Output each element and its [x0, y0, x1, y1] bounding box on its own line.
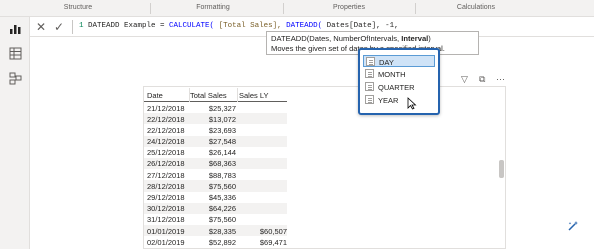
total-sales-cell: $75,560	[208, 181, 236, 191]
total-sales-cell: $28,335	[208, 226, 236, 236]
option-label: YEAR	[378, 96, 399, 105]
measure-reference: [Total Sales],	[214, 22, 282, 30]
keyword-icon	[365, 82, 374, 91]
column-header-sales-ly[interactable]: Sales LY	[239, 91, 268, 100]
column-divider	[237, 88, 238, 102]
option-label: MONTH	[378, 70, 406, 79]
date-cell: 22/12/2018	[147, 125, 185, 135]
dax-formula-input[interactable]: 1 DATEADD Example = CALCULATE( [Total Sa…	[79, 22, 399, 30]
focus-mode-icon[interactable]: ⧉	[479, 74, 485, 85]
data-table: Date Total Sales Sales LY 21/12/2018 $25,…	[144, 88, 287, 247]
column-header-date[interactable]: Date	[147, 91, 163, 100]
date-cell: 28/12/2018	[147, 181, 185, 191]
ribbon-divider	[283, 3, 284, 14]
close-icon[interactable]: ✕	[36, 20, 46, 34]
ribbon-divider	[150, 3, 151, 14]
total-sales-cell: $25,327	[208, 103, 236, 113]
total-sales-cell: $68,363	[208, 159, 236, 169]
visual-header-toolbar: ▽ ⧉ ⋯	[459, 74, 509, 84]
table-body: 21/12/2018 $25,327 22/12/2018 $13,072 22/12/…	[144, 102, 287, 247]
table-row[interactable]: 25/12/2018 $26,144	[144, 147, 287, 158]
keyword-icon	[365, 95, 374, 104]
sales-ly-cell: $60,507	[259, 226, 287, 236]
signature-current-arg: Interval	[401, 34, 429, 43]
table-row[interactable]: 27/12/2018 $88,783	[144, 169, 287, 180]
total-sales-cell: $45,336	[208, 193, 236, 202]
data-view-icon[interactable]	[9, 47, 22, 60]
table-row[interactable]: 21/12/2018 $25,327	[144, 102, 287, 113]
report-view-icon[interactable]	[9, 22, 22, 35]
total-sales-cell: $88,783	[208, 170, 236, 180]
line-number: 1	[79, 22, 84, 30]
interval-option-quarter[interactable]: QUARTER	[363, 81, 435, 93]
mouse-pointer-icon	[407, 97, 417, 110]
ribbon-group-bar: Structure Formatting Properties Calculat…	[0, 0, 594, 17]
interval-option-day[interactable]: DAY	[363, 55, 435, 67]
date-cell: 01/01/2019	[147, 226, 185, 236]
signature-suffix: )	[428, 34, 431, 43]
keyword-icon	[365, 69, 374, 78]
model-view-icon[interactable]	[9, 72, 22, 85]
filter-icon[interactable]: ▽	[461, 74, 468, 85]
table-row[interactable]: 30/12/2018 $64,226	[144, 202, 287, 214]
ribbon-group-structure: Structure	[63, 4, 93, 11]
vertical-scrollbar[interactable]	[499, 160, 504, 178]
ribbon-group-calculations: Calculations	[456, 4, 496, 11]
total-sales-cell: $75,560	[208, 215, 236, 225]
date-cell: 25/12/2018	[147, 148, 185, 158]
total-sales-cell: $26,144	[208, 148, 236, 158]
measure-name: DATEADD Example =	[88, 22, 170, 30]
interval-autocomplete-dropdown: DAY MONTH QUARTER YEAR	[358, 48, 440, 115]
date-cell: 27/12/2018	[147, 170, 185, 180]
tooltip-signature: DATEADD(Dates, NumberOfIntervals, Interv…	[271, 34, 474, 44]
table-row[interactable]: 22/12/2018 $23,693	[144, 124, 287, 135]
interval-option-year[interactable]: YEAR	[363, 94, 435, 106]
table-row[interactable]: 02/01/2019 $52,892 $69,471	[144, 236, 287, 247]
calculate-function: CALCULATE(	[169, 22, 215, 30]
date-cell: 02/01/2019	[147, 237, 185, 247]
ribbon-group-properties: Properties	[333, 4, 365, 11]
ribbon-divider	[415, 3, 416, 14]
dateadd-function: DATEADD(	[281, 22, 323, 30]
table-header-row: Date Total Sales Sales LY	[144, 88, 287, 102]
total-sales-cell: $23,693	[208, 125, 236, 135]
table-row[interactable]: 01/01/2019 $28,335 $60,507	[144, 225, 287, 237]
date-cell: 29/12/2018	[147, 193, 185, 202]
table-row[interactable]: 26/12/2018 $68,363	[144, 157, 287, 170]
view-switcher-rail	[0, 17, 30, 249]
keyword-icon	[366, 57, 375, 66]
date-cell: 30/12/2018	[147, 204, 185, 214]
table-row[interactable]: 28/12/2018 $75,560	[144, 180, 287, 192]
column-reference: Dates[Date],	[322, 22, 381, 30]
option-label: DAY	[379, 58, 394, 67]
date-cell: 31/12/2018	[147, 215, 185, 225]
total-sales-cell: $13,072	[208, 114, 236, 124]
date-cell: 22/12/2018	[147, 114, 185, 124]
table-row[interactable]: 29/12/2018 $45,336	[144, 192, 287, 203]
date-cell: 21/12/2018	[147, 103, 185, 113]
total-sales-cell: $64,226	[208, 204, 236, 214]
ribbon-group-formatting: Formatting	[196, 4, 230, 11]
sales-ly-cell: $69,471	[259, 237, 287, 247]
check-icon[interactable]: ✓	[54, 20, 64, 34]
table-row[interactable]: 31/12/2018 $75,560	[144, 214, 287, 225]
formula-bar-divider	[72, 20, 73, 34]
table-row[interactable]: 22/12/2018 $13,072	[144, 113, 287, 125]
date-cell: 24/12/2018	[147, 137, 185, 147]
quick-insights-icon[interactable]	[566, 219, 580, 233]
column-divider	[189, 88, 190, 102]
number-argument: -1,	[380, 22, 399, 30]
option-label: QUARTER	[378, 83, 415, 92]
signature-prefix: DATEADD(Dates, NumberOfIntervals,	[271, 34, 402, 43]
total-sales-cell: $27,548	[208, 137, 236, 147]
interval-option-month[interactable]: MONTH	[363, 68, 435, 80]
more-options-icon[interactable]: ⋯	[496, 74, 505, 85]
table-row[interactable]: 24/12/2018 $27,548	[144, 135, 287, 147]
column-header-total-sales[interactable]: Total Sales	[190, 91, 227, 100]
date-cell: 26/12/2018	[147, 159, 185, 169]
total-sales-cell: $52,892	[208, 237, 236, 247]
